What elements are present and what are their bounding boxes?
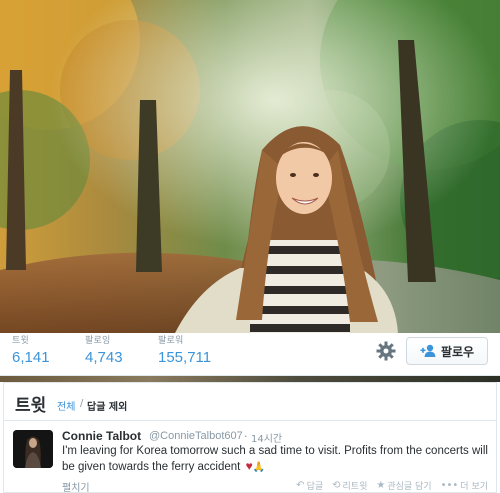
- reply-button[interactable]: ↶ 답글: [296, 479, 323, 492]
- retweet-icon: ⟲: [332, 480, 341, 491]
- heart-emoji: ♥: [245, 459, 253, 473]
- retweet-label: 리트윗: [342, 482, 368, 492]
- stat-tweets-count: 6,141: [12, 349, 50, 366]
- stat-followers[interactable]: 팔로워 155,711: [158, 335, 211, 369]
- tweets-timeline: 트윗 전체 / 답글 제외 Connie Talbot @ConnieTalbo…: [3, 382, 497, 493]
- favorite-label: 관심글 담기: [387, 482, 432, 492]
- follow-button-label: 팔로우: [440, 344, 475, 359]
- tweet-author-handle[interactable]: @ConnieTalbot607: [149, 430, 243, 442]
- reply-icon: ↶: [296, 480, 305, 491]
- tweets-title: 트윗: [15, 396, 47, 416]
- stat-tweets[interactable]: 트윗 6,141: [12, 335, 50, 369]
- header-photo-illustration: [0, 0, 500, 333]
- more-button[interactable]: ••• 더 보기: [441, 479, 488, 492]
- favorite-button[interactable]: ★ 관심글 담기: [376, 479, 431, 492]
- profile-header-photo: [0, 0, 500, 333]
- add-user-icon: [420, 344, 436, 357]
- prayer-emoji: 🙏: [252, 462, 266, 473]
- tweet-actions: ↶ 답글 ⟲ 리트윗 ★ 관심글 담기 ••• 더 보기: [296, 479, 488, 492]
- expand-tweet-link[interactable]: 펼치기: [62, 479, 90, 493]
- favorite-icon: ★: [376, 480, 386, 491]
- tweets-header: 트윗 전체 / 답글 제외: [4, 383, 496, 421]
- tab-all-tweets[interactable]: 전체: [57, 398, 75, 413]
- tab-separator: /: [80, 398, 84, 409]
- reply-label: 답글: [306, 482, 324, 492]
- stat-followers-count: 155,711: [158, 349, 212, 366]
- avatar[interactable]: [13, 430, 53, 468]
- follow-button[interactable]: 팔로우: [406, 337, 488, 365]
- gear-icon[interactable]: [375, 340, 397, 362]
- tweet-meta-separator: ·: [244, 430, 248, 443]
- stat-following-count: 4,743: [85, 349, 123, 366]
- tweet-text: I'm leaving for Korea tomorrow such a sa…: [62, 444, 492, 475]
- stat-tweets-label: 트윗: [12, 336, 29, 346]
- tweet-item[interactable]: Connie Talbot @ConnieTalbot607 · 14시간 I'…: [4, 421, 496, 493]
- retweet-button[interactable]: ⟲ 리트윗: [332, 479, 367, 492]
- tab-no-replies[interactable]: 답글 제외: [87, 398, 127, 413]
- tweet-author-name[interactable]: Connie Talbot: [62, 429, 141, 443]
- avatar-photo: [13, 430, 53, 468]
- stat-following-label: 팔로잉: [85, 336, 111, 346]
- tweet-timestamp[interactable]: 14시간: [251, 430, 282, 445]
- tweet-body: I'm leaving for Korea tomorrow such a sa…: [62, 445, 488, 473]
- stat-followers-label: 팔로워: [158, 336, 184, 346]
- more-label: 더 보기: [460, 482, 488, 492]
- stat-following[interactable]: 팔로잉 4,743: [85, 335, 123, 369]
- more-icon: •••: [440, 480, 459, 491]
